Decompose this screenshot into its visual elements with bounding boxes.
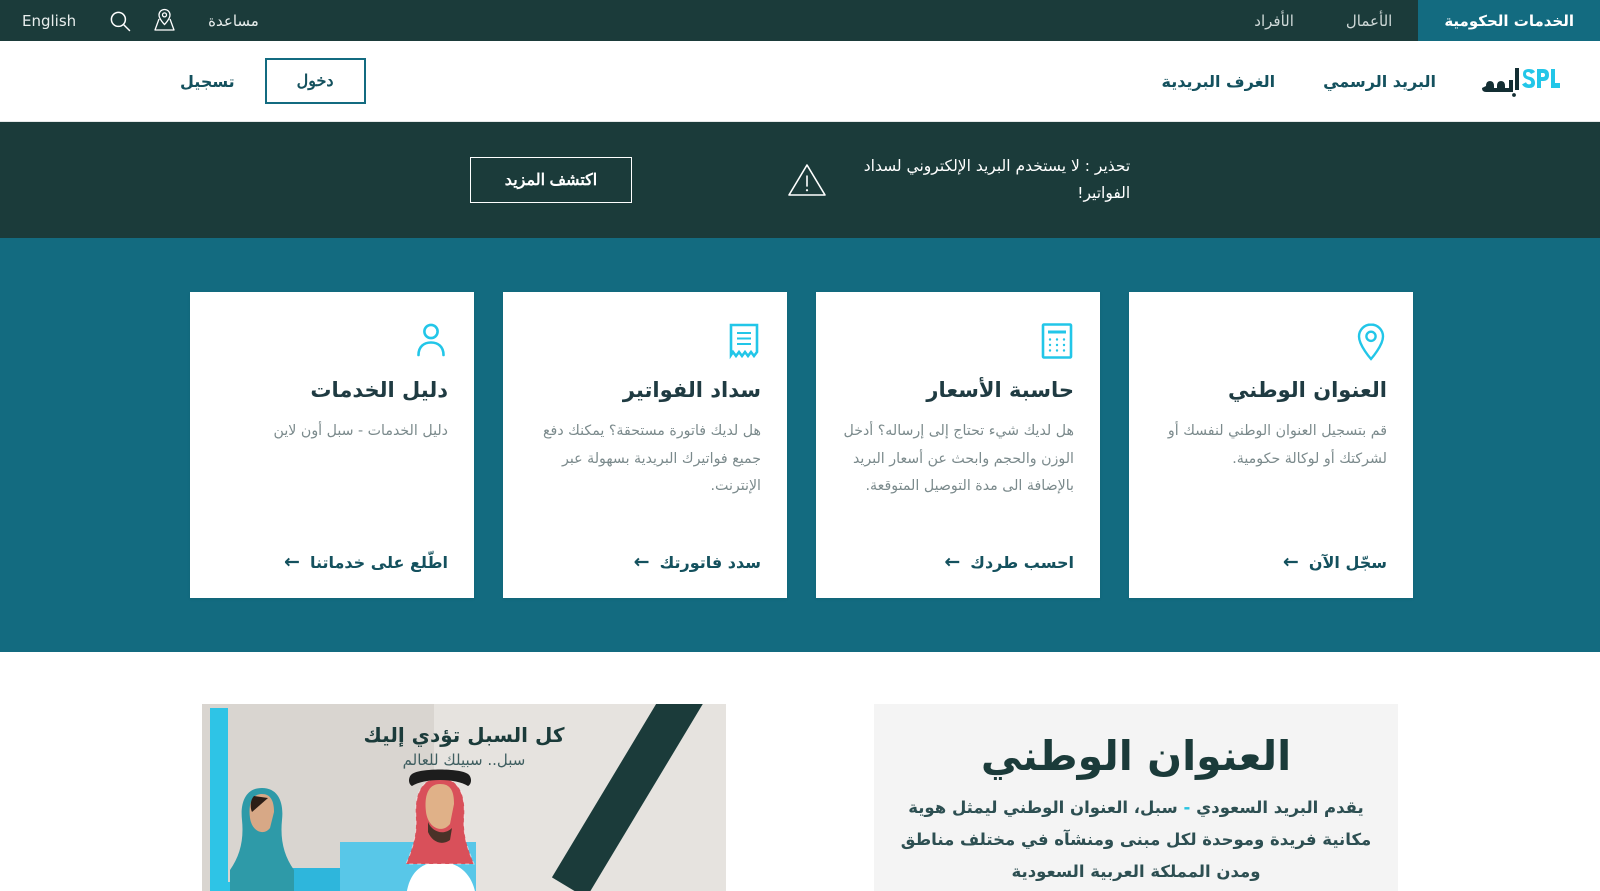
tab-business[interactable]: الأعمال [1320, 0, 1418, 41]
card-cta-link[interactable]: سجّل الآن ← [1155, 553, 1387, 576]
top-utility-links: مساعدة English [0, 0, 281, 41]
nav-item-postal-rooms[interactable]: الغرف البريدية [1138, 72, 1300, 91]
register-link[interactable]: تسجيل [150, 72, 265, 91]
person-icon [216, 322, 448, 362]
card-services-guide[interactable]: دليل الخدمات دليل الخدمات - سبل أون لاين… [190, 292, 474, 598]
discover-more-button[interactable]: اكتشف المزيد [469, 157, 633, 203]
card-national-address[interactable]: العنوان الوطني قم بتسجيل العنوان الوطني … [1129, 292, 1413, 598]
national-address-panel: العنوان الوطني يقدم البريد السعودي - سبل… [874, 704, 1398, 891]
promo-subline: سبل.. سبيلك للعالم [402, 751, 526, 769]
promo-man-figure [405, 769, 475, 891]
spl-logo[interactable] [1460, 60, 1576, 102]
promo-text-overlay: كل السبل تؤدي إليك سبل.. سبيلك للعالم [202, 722, 726, 772]
card-title: العنوان الوطني [1228, 378, 1387, 402]
warning-triangle-icon [786, 159, 828, 201]
audience-tabs: الخدمات الحكومية الأعمال الأفراد [1228, 0, 1600, 41]
location-pin-icon [1155, 322, 1387, 362]
card-description: هل لديك شيء تحتاج إلى إرساله؟ أدخل الوزن… [843, 423, 1074, 495]
top-utility-bar: الخدمات الحكومية الأعمال الأفراد مساعدة [0, 0, 1600, 41]
map-pin-icon[interactable] [142, 0, 186, 41]
nav-item-postal-rooms-label: الغرف البريدية [1161, 71, 1276, 91]
card-description: دليل الخدمات - سبل أون لاين [273, 423, 448, 439]
spl-logo-mark [1482, 68, 1560, 97]
service-cards-section: العنوان الوطني قم بتسجيل العنوان الوطني … [0, 238, 1600, 652]
card-description: قم بتسجيل العنوان الوطني لنفسك أو لشركتك… [1167, 423, 1387, 467]
national-address-body: يقدم البريد السعودي - سبل، العنوان الوطن… [892, 792, 1380, 889]
invoice-receipt-icon [529, 322, 761, 362]
national-address-title: العنوان الوطني [980, 732, 1292, 780]
main-navigation-bar: البريد الرسمي الغرف البريدية دخول تسجيل [0, 41, 1600, 122]
help-link-label: مساعدة [208, 11, 259, 30]
arrow-left-icon: ← [944, 551, 961, 573]
card-title: دليل الخدمات [310, 378, 448, 402]
service-cards-row: العنوان الوطني قم بتسجيل العنوان الوطني … [187, 292, 1413, 598]
card-cta-link[interactable]: احسب طردك ← [842, 553, 1074, 576]
nav-account-actions: دخول تسجيل [0, 58, 366, 104]
arrow-left-icon: ← [284, 551, 300, 573]
promo-headline: كل السبل تؤدي إليك [363, 723, 565, 747]
card-bill-payment[interactable]: سداد الفواتير هل لديك فاتورة مستحقة؟ يمك… [503, 292, 787, 598]
search-icon[interactable] [98, 0, 142, 41]
national-address-body-prefix: يقدم البريد السعودي [1190, 798, 1364, 817]
tab-government-services-label: الخدمات الحكومية [1444, 11, 1574, 30]
promo-image-panel[interactable]: كل السبل تؤدي إليك سبل.. سبيلك للعالم [202, 704, 726, 891]
help-link[interactable]: مساعدة [186, 0, 281, 41]
card-cta-label: احسب طردك [970, 553, 1074, 572]
card-price-calculator[interactable]: حاسبة الأسعار هل لديك شيء تحتاج إلى إرسا… [816, 292, 1100, 598]
card-title: سداد الفواتير [622, 378, 761, 402]
tab-individuals-label: الأفراد [1254, 11, 1294, 30]
card-cta-link[interactable]: سدد فاتورتك ← [529, 553, 761, 576]
tab-government-services[interactable]: الخدمات الحكومية [1418, 0, 1600, 41]
nav-brand-and-links: البريد الرسمي الغرف البريدية [1138, 60, 1600, 102]
nav-item-official-mail[interactable]: البريد الرسمي [1299, 72, 1460, 91]
lower-content-row: العنوان الوطني يقدم البريد السعودي - سبل… [202, 704, 1398, 891]
card-cta-label: اطّلع على خدماتنا [309, 553, 448, 572]
card-title: حاسبة الأسعار [926, 378, 1074, 402]
warning-banner: تحذير : لا يستخدم البريد الإلكتروني لسدا… [0, 122, 1600, 238]
promo-woman-figure [230, 788, 294, 891]
arrow-left-icon: ← [633, 551, 650, 573]
calculator-icon [842, 322, 1074, 362]
card-cta-link[interactable]: اطّلع على خدماتنا ← [216, 553, 448, 576]
warning-message: تحذير : لا يستخدم البريد الإلكتروني لسدا… [863, 156, 1131, 202]
tab-individuals[interactable]: الأفراد [1228, 0, 1320, 41]
language-switch-english[interactable]: English [0, 0, 98, 41]
tab-business-label: الأعمال [1345, 11, 1393, 30]
lower-content-section: العنوان الوطني يقدم البريد السعودي - سبل… [0, 652, 1600, 891]
card-cta-label: سجّل الآن [1308, 553, 1387, 572]
card-cta-label: سدد فاتورتك [659, 553, 761, 572]
card-description: هل لديك فاتورة مستحقة؟ يمكنك دفع جميع فو… [542, 423, 761, 495]
login-button[interactable]: دخول [264, 58, 366, 104]
warning-banner-content: تحذير : لا يستخدم البريد الإلكتروني لسدا… [469, 153, 1131, 207]
language-switch-label: English [22, 11, 77, 30]
arrow-left-icon: ← [1282, 551, 1299, 573]
nav-item-official-mail-label: البريد الرسمي [1323, 71, 1436, 91]
